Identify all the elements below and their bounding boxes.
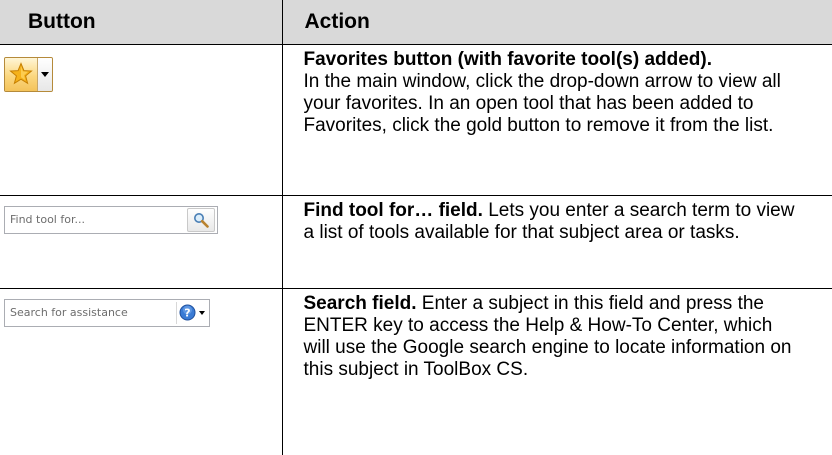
- favorites-star-button[interactable]: [5, 57, 38, 91]
- button-cell-favorites: [0, 44, 282, 196]
- find-tool-field[interactable]: [4, 205, 218, 234]
- magnifier-icon: [194, 212, 209, 228]
- svg-text:?: ?: [184, 307, 190, 320]
- search-assistance-input[interactable]: [5, 306, 176, 319]
- help-question-icon: ?: [179, 304, 196, 321]
- action-cell-favorites: Favorites button (with favorite tool(s) …: [281, 44, 832, 196]
- table-row-find-tool: Find tool for… field. Lets you enter a s…: [0, 195, 832, 289]
- header-button: Button: [0, 0, 282, 45]
- chevron-down-icon: [41, 71, 49, 77]
- button-cell-find-tool: [0, 195, 282, 289]
- find-tool-title: Find tool for… field.: [303, 199, 483, 221]
- header-action: Action: [281, 0, 832, 45]
- search-title: Search field.: [303, 292, 417, 314]
- chevron-down-icon: [199, 310, 205, 315]
- favorites-description: In the main window, click the drop-down …: [303, 70, 781, 136]
- table-header-row: Button Action: [0, 0, 832, 45]
- help-dropdown-button[interactable]: ?: [176, 301, 209, 324]
- table-row-favorites: Favorites button (with favorite tool(s) …: [0, 44, 832, 196]
- action-cell-find-tool: Find tool for… field. Lets you enter a s…: [281, 195, 832, 289]
- action-cell-search: Search field. Enter a subject in this fi…: [281, 288, 832, 455]
- find-tool-search-button[interactable]: [187, 207, 215, 232]
- table-row-search: ? Search field. Enter a subject in this …: [0, 288, 832, 455]
- favorites-button[interactable]: [4, 56, 53, 92]
- favorites-title: Favorites button (with favorite tool(s) …: [303, 48, 713, 70]
- star-icon: [9, 62, 33, 85]
- search-assistance-field[interactable]: ?: [4, 298, 210, 327]
- favorites-dropdown-arrow[interactable]: [38, 57, 52, 91]
- find-tool-input[interactable]: [5, 213, 187, 226]
- button-action-table: Button Action Favorites button (with fav…: [0, 0, 832, 455]
- button-cell-search: ?: [0, 288, 282, 455]
